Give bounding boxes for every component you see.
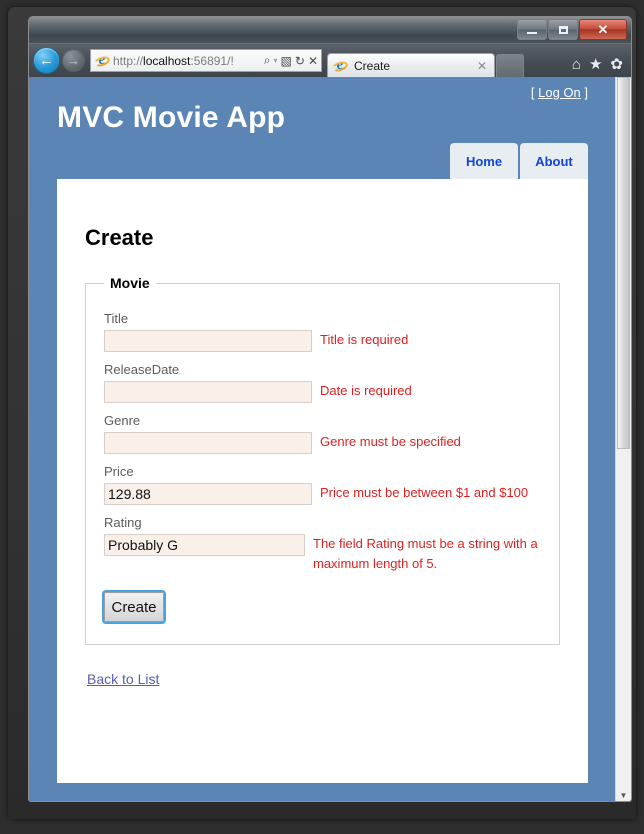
window-controls: ✕ [517,19,627,40]
field-row-title: Title is required [104,330,545,352]
minimize-icon [527,31,537,34]
refresh-icon[interactable]: ↻ [295,54,305,68]
error-price: Price must be between $1 and $100 [320,485,529,500]
browser-window-frame: ✕ ← → e http://localhost:56891/! ⌕ ▾ ▧ ↻… [8,7,636,819]
tab-title: Create [354,58,391,73]
fieldset-legend: Movie [110,275,150,291]
page-title: Create [85,225,154,250]
tab-favicon-icon: e [331,57,349,74]
search-icon[interactable]: ⌕ [264,53,271,68]
input-price[interactable] [104,483,312,505]
address-bar-url: http://localhost:56891/! [113,54,264,68]
nav-item-about[interactable]: About [520,143,588,179]
compatibility-view-icon[interactable]: ▧ [281,54,292,68]
error-releasedate: Date is required [320,383,412,398]
maximize-icon [558,25,568,34]
label-title: Title [104,311,129,326]
url-host: localhost [143,53,191,68]
nav-item-home[interactable]: Home [450,143,518,179]
tab-close-icon[interactable]: ✕ [474,59,490,73]
logon-bracket-right: ] [580,85,588,100]
close-icon: ✕ [597,22,609,37]
window-titlebar[interactable]: ✕ [29,17,631,44]
close-button[interactable]: ✕ [579,19,627,40]
scroll-down-icon[interactable]: ▼ [616,788,631,801]
input-releasedate[interactable] [104,381,312,403]
input-rating[interactable] [104,534,305,556]
back-button[interactable]: ← [33,47,60,74]
minimize-button[interactable] [517,19,547,40]
address-bar-icons: ⌕ ▾ ▧ ↻ ✕ [264,53,318,68]
create-submit-button[interactable]: Create [104,592,164,622]
forward-button[interactable]: → [62,49,85,72]
stop-icon[interactable]: ✕ [308,54,318,68]
error-title: Title is required [320,332,409,347]
label-rating: Rating [104,515,142,530]
field-row-genre: Genre must be specified [104,432,545,454]
field-row-releasedate: Date is required [104,381,545,403]
back-to-list-link[interactable]: Back to List [87,671,159,687]
browser-window: ✕ ← → e http://localhost:56891/! ⌕ ▾ ▧ ↻… [28,16,632,802]
site-header: [ Log On ] MVC Movie App Home About [29,77,616,179]
label-price: Price [104,464,134,479]
chevron-down-icon[interactable]: ▾ [274,56,278,65]
browser-toolbar: ← → e http://localhost:56891/! ⌕ ▾ ▧ ↻ ✕ [29,44,631,77]
gear-icon[interactable]: ✿ [610,55,623,73]
favorites-star-icon[interactable]: ★ [589,55,602,73]
logon-link[interactable]: Log On [538,85,581,100]
input-title[interactable] [104,330,312,352]
logon-area: [ Log On ] [531,85,588,100]
label-releasedate: ReleaseDate [104,362,180,377]
desktop-background: ✕ ← → e http://localhost:56891/! ⌕ ▾ ▧ ↻… [0,0,644,834]
address-bar[interactable]: e http://localhost:56891/! ⌕ ▾ ▧ ↻ ✕ [90,49,322,72]
field-row-price: Price must be between $1 and $100 [104,483,545,505]
movie-fieldset: Movie Title Title is required ReleaseDat… [85,275,560,645]
scrollbar-thumb[interactable] [617,77,630,449]
content-card: Create Movie Title Title is required Rel… [57,179,588,783]
forward-arrow-icon: → [67,53,80,68]
page-scrollbar[interactable]: ▲ ▼ [615,77,631,801]
input-genre[interactable] [104,432,312,454]
error-genre: Genre must be specified [320,434,461,449]
browser-viewport: [ Log On ] MVC Movie App Home About Crea… [29,77,631,801]
tab-strip: e Create ✕ ⌂ ★ ✿ [327,44,627,77]
label-genre: Genre [104,413,141,428]
new-tab-button[interactable] [496,54,524,77]
back-arrow-icon: ← [39,52,54,69]
web-page: [ Log On ] MVC Movie App Home About Crea… [29,77,616,801]
field-row-rating: The field Rating must be a string with a… [104,534,545,574]
tab-create[interactable]: e Create ✕ [327,53,495,77]
site-title: MVC Movie App [57,101,286,134]
internet-explorer-icon: e [93,52,111,69]
browser-tool-icons: ⌂ ★ ✿ [572,55,623,74]
error-rating: The field Rating must be a string with a… [313,536,538,571]
home-icon[interactable]: ⌂ [572,56,581,73]
url-scheme: http:// [113,53,144,68]
url-rest: :56891/! [190,53,234,68]
site-nav: Home About [450,143,588,179]
maximize-button[interactable] [548,19,578,40]
